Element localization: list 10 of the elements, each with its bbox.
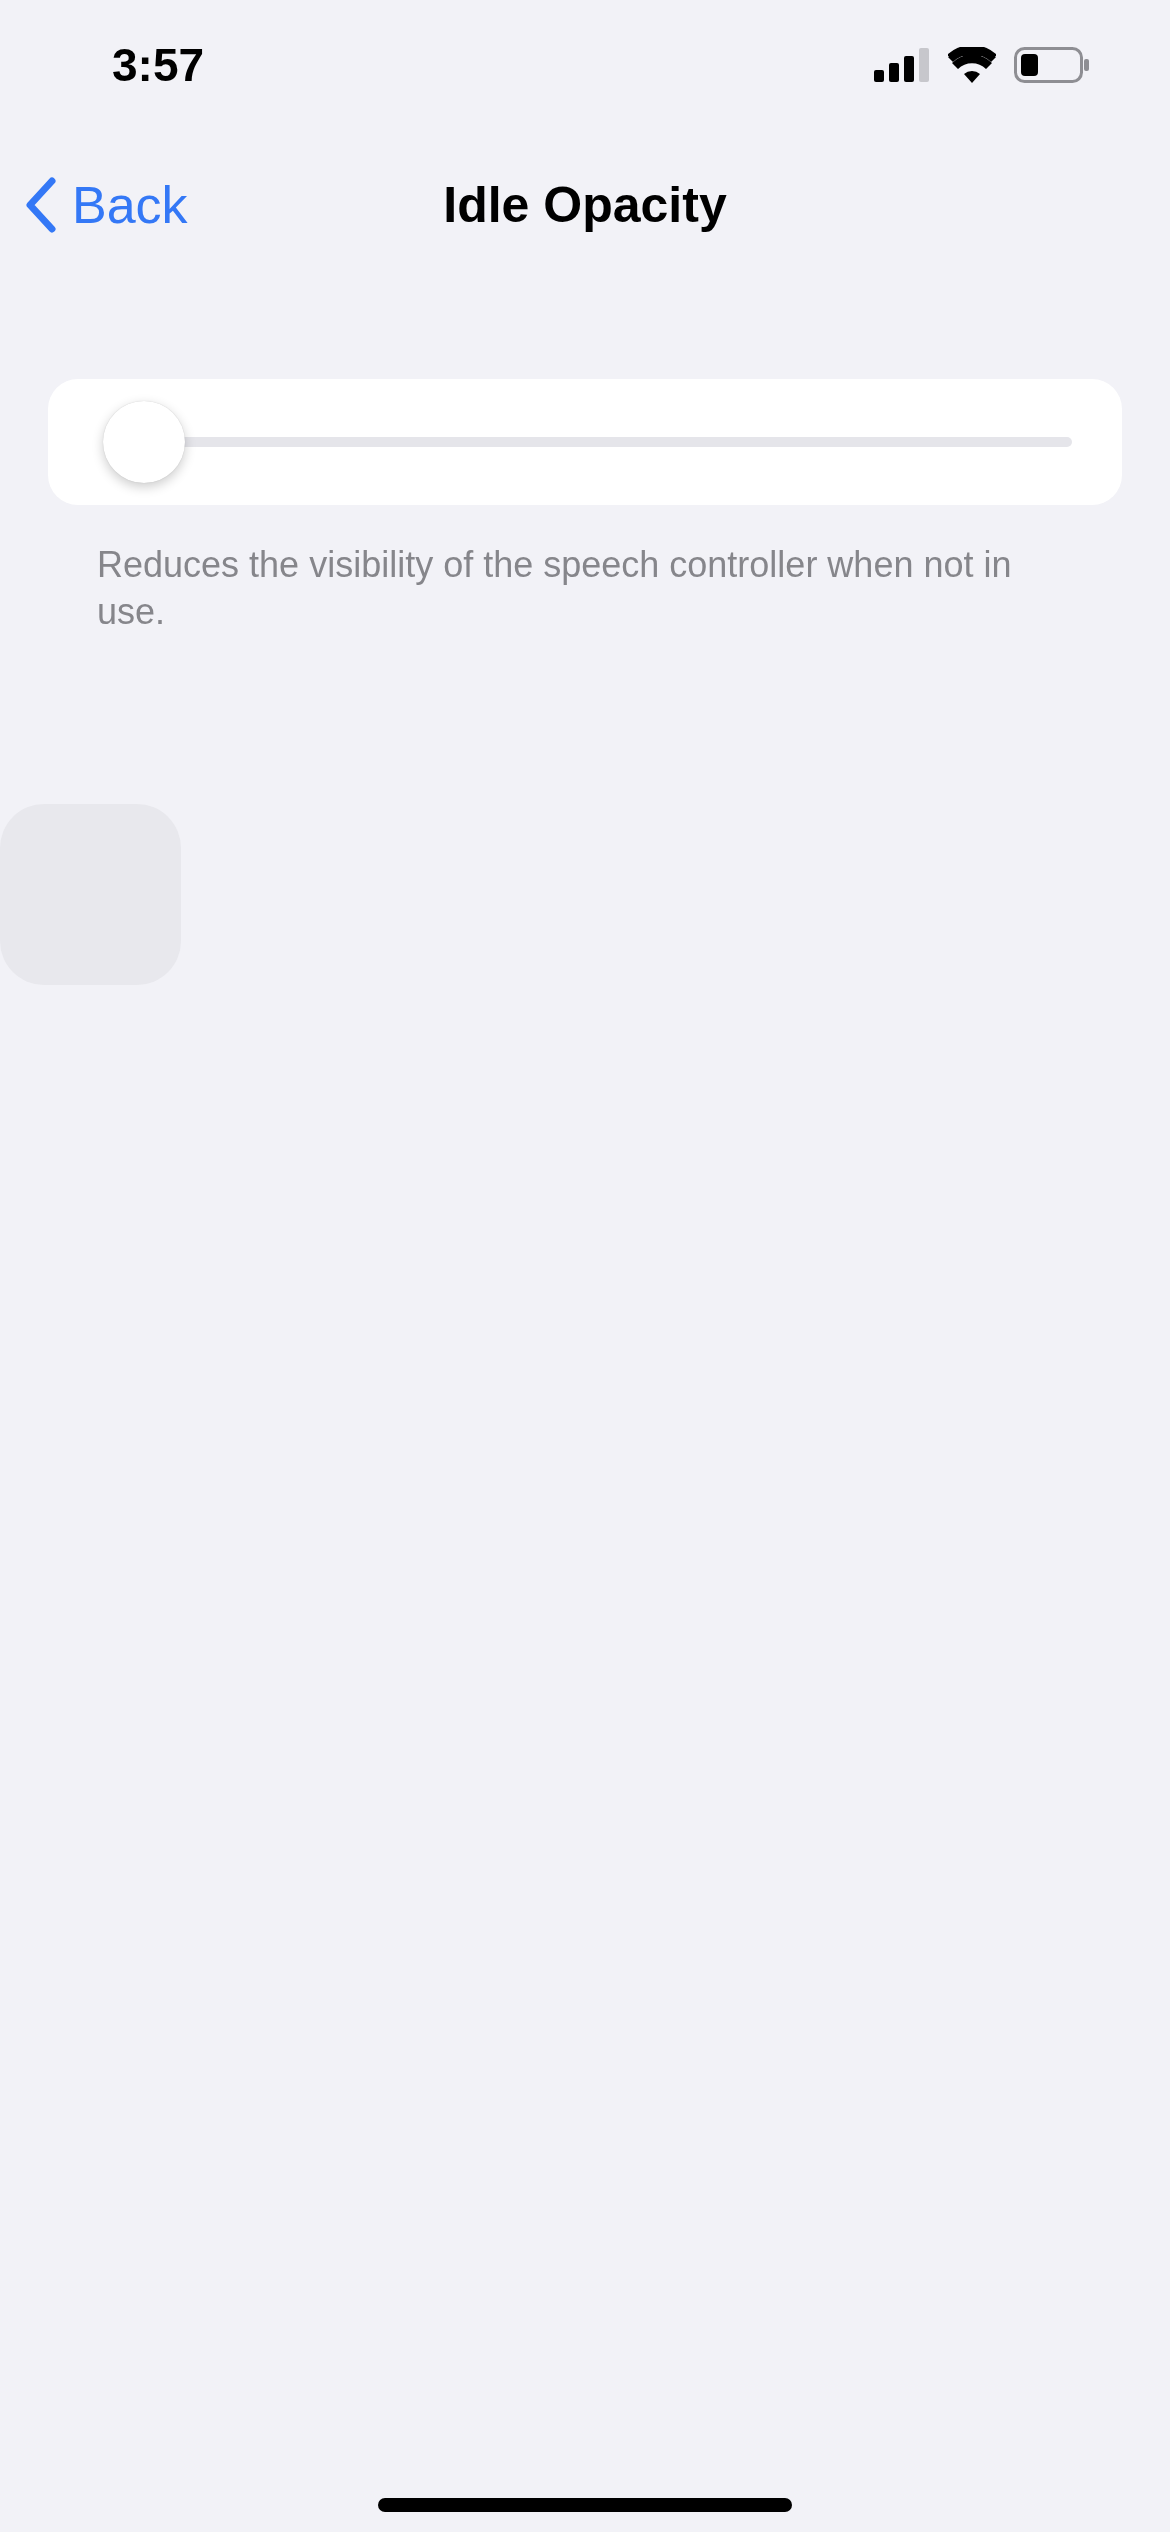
slider-thumb[interactable] (103, 401, 185, 483)
slider[interactable] (103, 401, 1072, 483)
status-time: 3:57 (112, 38, 205, 92)
back-button[interactable]: Back (24, 175, 188, 235)
battery-icon (1014, 47, 1090, 83)
chevron-left-icon (24, 177, 58, 233)
wifi-icon (948, 47, 996, 83)
page-title: Idle Opacity (443, 176, 727, 234)
signal-icon (874, 48, 930, 82)
footer-text: Reduces the visibility of the speech controller when not in use. (97, 543, 1013, 634)
